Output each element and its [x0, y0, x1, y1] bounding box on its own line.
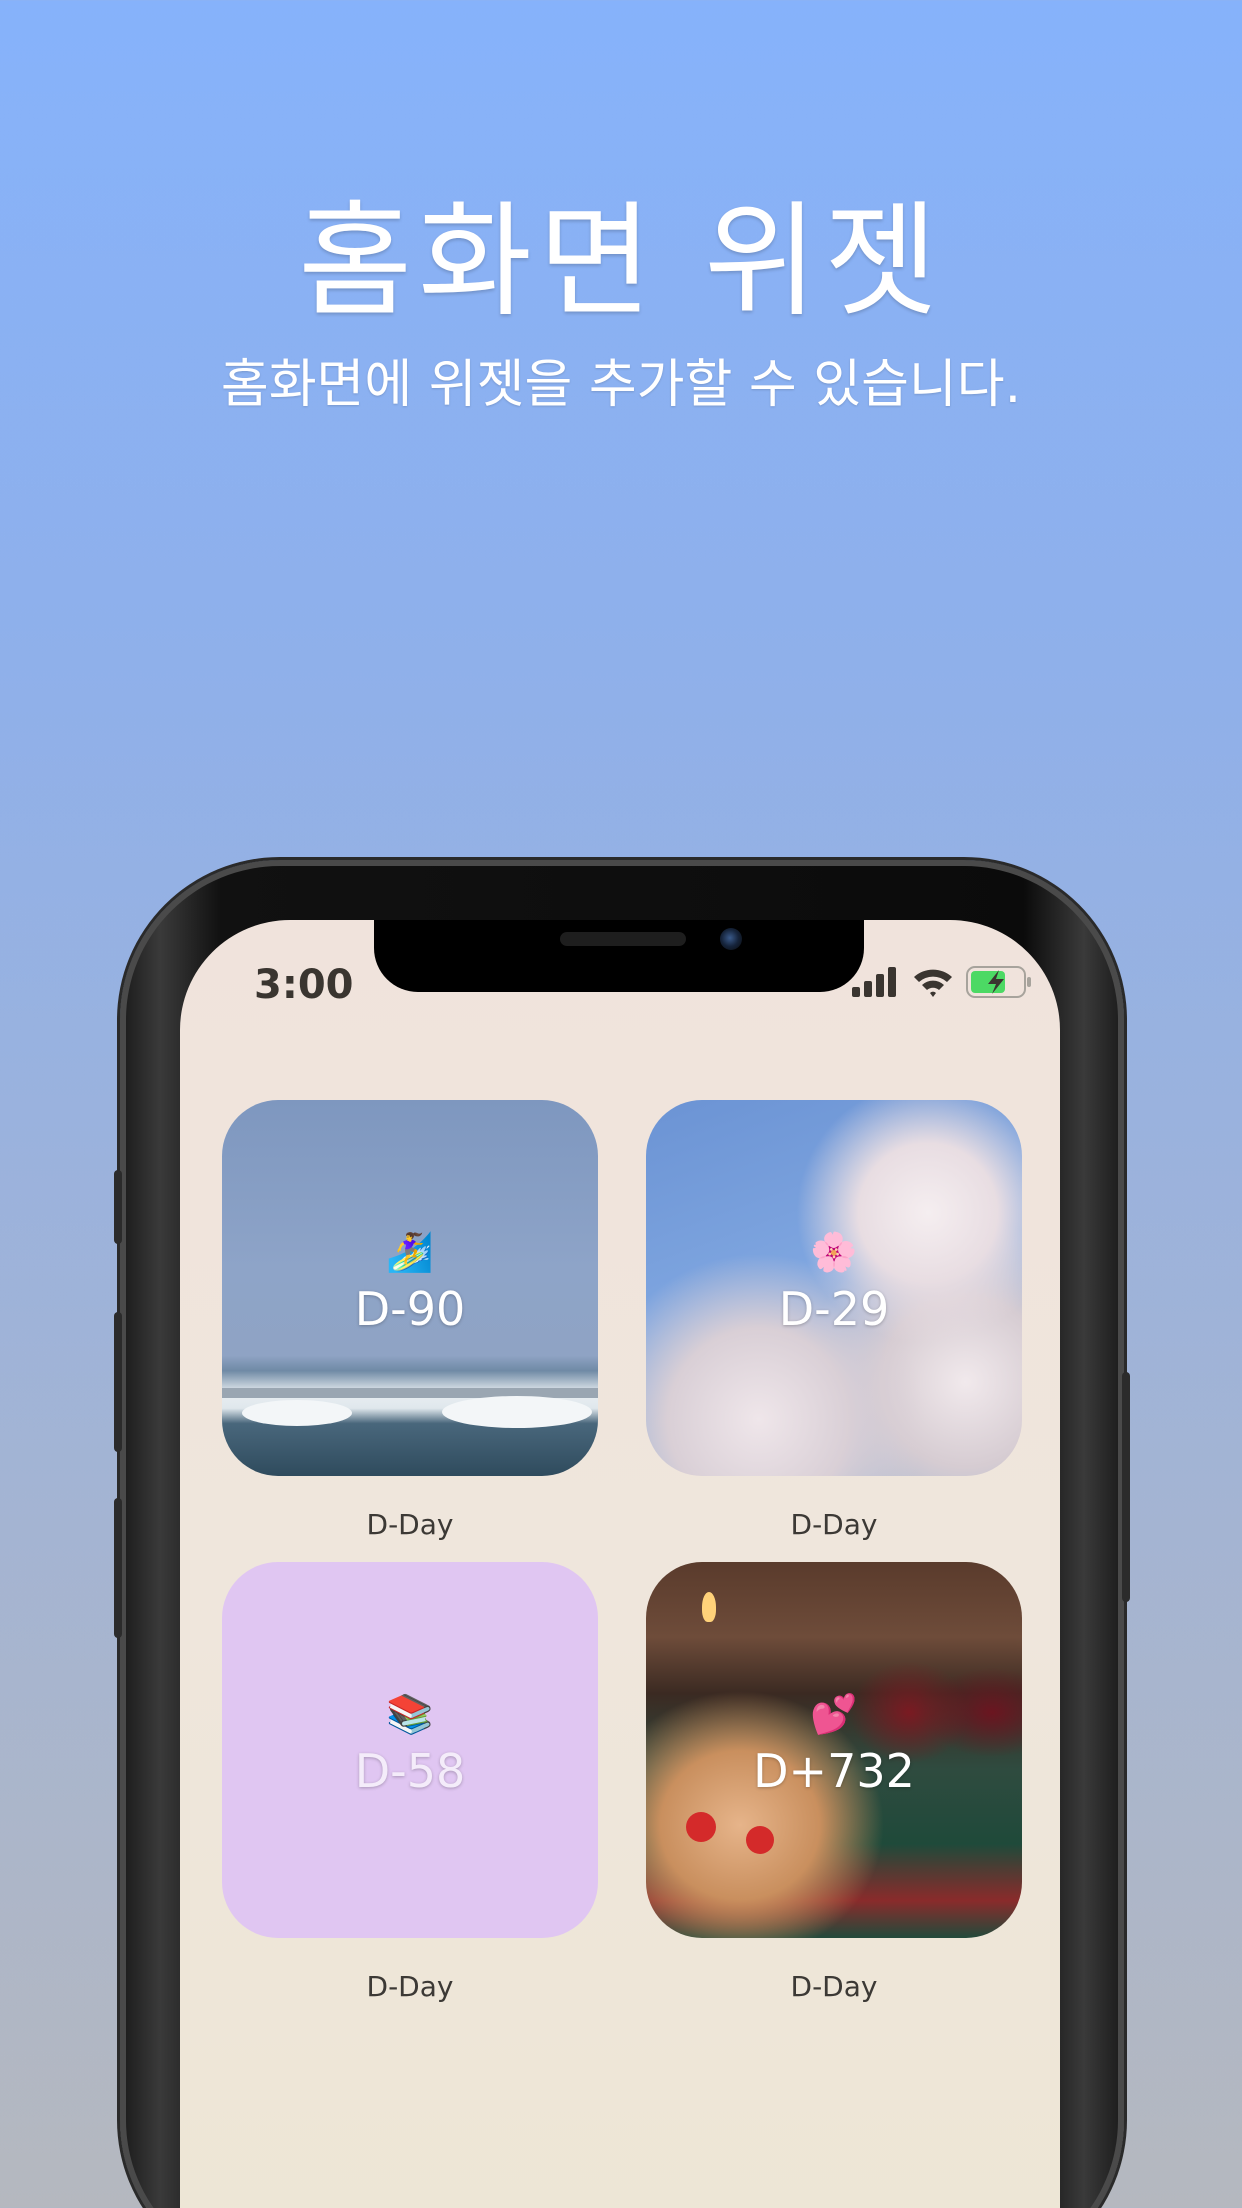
- widget-label: D-Day: [366, 1970, 454, 2003]
- volume-down-button: [114, 1498, 122, 1638]
- widget-count: D-58: [354, 1744, 466, 1798]
- power-button: [1122, 1372, 1130, 1602]
- widget-label: D-Day: [790, 1508, 878, 1541]
- widget-emoji: 🌸: [810, 1230, 858, 1274]
- page-subtitle: 홈화면에 위젯을 추가할 수 있습니다.: [220, 355, 1022, 415]
- silent-switch: [114, 1170, 122, 1244]
- wifi-icon: [914, 969, 952, 997]
- widget-count: D-29: [778, 1282, 890, 1336]
- phone-screen: 3:00 🏄‍♀️ D-90 D-Day 🌸 D-29 D-: [180, 920, 1060, 2208]
- front-camera: [720, 928, 742, 950]
- widget-label: D-Day: [366, 1508, 454, 1541]
- widget-d-29[interactable]: 🌸 D-29: [646, 1100, 1022, 1476]
- earpiece-speaker: [560, 932, 686, 946]
- widget-d-58[interactable]: 📚 D-58: [222, 1562, 598, 1938]
- widget-label: D-Day: [790, 1970, 878, 2003]
- notch: [374, 920, 864, 992]
- widget-emoji: 📚: [386, 1692, 434, 1736]
- status-icons: [852, 966, 1032, 998]
- battery-charging-icon: [966, 966, 1031, 998]
- widget-d-732[interactable]: 💕 D+732: [646, 1562, 1022, 1938]
- volume-up-button: [114, 1312, 122, 1452]
- widget-count: D+732: [753, 1744, 915, 1798]
- widget-emoji: 💕: [810, 1692, 858, 1736]
- status-time: 3:00: [254, 962, 354, 1008]
- page-title: 홈화면 위젯: [298, 190, 944, 334]
- cellular-signal-icon: [852, 967, 896, 997]
- widget-emoji: 🏄‍♀️: [386, 1230, 434, 1274]
- widget-count: D-90: [354, 1282, 466, 1336]
- widget-d-90[interactable]: 🏄‍♀️ D-90: [222, 1100, 598, 1476]
